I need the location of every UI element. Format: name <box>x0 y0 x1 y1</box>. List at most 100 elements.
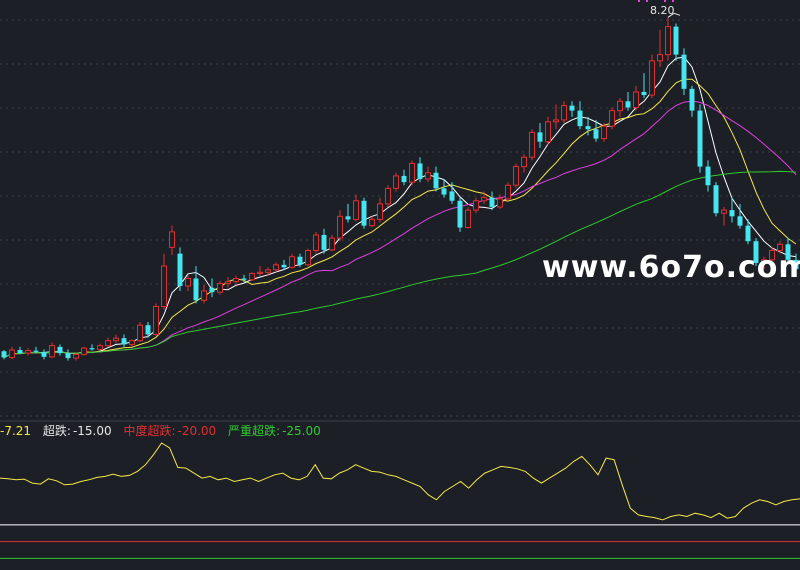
candle-up <box>657 54 663 62</box>
candle-up <box>633 91 639 108</box>
candle-up <box>553 119 559 123</box>
candle-up <box>265 269 271 273</box>
candle-up <box>169 231 175 248</box>
candle-up <box>273 264 279 271</box>
candle-up <box>609 110 615 127</box>
candle-down <box>145 325 151 335</box>
ma10-line <box>3 78 797 358</box>
oversold-label: 超跌: <box>42 424 71 438</box>
candle-up <box>9 349 15 358</box>
candle-down <box>57 346 63 354</box>
candle-up <box>225 281 231 284</box>
candle-down <box>737 216 743 226</box>
candle-down <box>121 338 127 345</box>
candle-up <box>249 273 255 281</box>
candle-up <box>113 337 119 342</box>
candle-down <box>577 110 583 127</box>
candle-up <box>217 282 223 293</box>
candle-down <box>681 54 687 89</box>
stock-chart <box>0 0 800 559</box>
severe-oversold-value: -25.00 <box>282 424 321 438</box>
candle-down <box>281 264 287 268</box>
candle-up <box>137 324 143 342</box>
candle-up <box>473 200 479 211</box>
oscillator-panel <box>0 442 800 559</box>
candle-down <box>537 132 543 142</box>
candle-up <box>521 156 527 168</box>
candle-up <box>497 198 503 208</box>
severe-oversold-label: 严重超跌: <box>228 424 281 438</box>
candle-up <box>393 175 399 189</box>
peak-dot <box>646 0 648 2</box>
candle-up <box>545 121 551 143</box>
candle-down <box>361 200 367 226</box>
candle-up <box>313 234 319 252</box>
candle-up <box>185 278 191 287</box>
candle-up <box>153 305 159 335</box>
candle-down <box>593 129 599 139</box>
candle-down <box>41 351 47 357</box>
candle-up <box>161 265 167 307</box>
candle-down <box>569 105 575 111</box>
candle-up <box>81 347 87 355</box>
peak-price-label: 8.20 <box>650 4 675 17</box>
candle-down <box>17 350 23 354</box>
ma20-line <box>3 100 797 358</box>
candle-up <box>505 184 511 200</box>
candle-down <box>417 163 423 180</box>
candle-down <box>697 110 703 167</box>
moving-average-lines <box>3 56 797 358</box>
candle-down <box>689 88 695 111</box>
candle-down <box>177 253 183 286</box>
candle-up <box>305 250 311 266</box>
candle-down <box>641 91 647 96</box>
candle-up <box>329 237 335 251</box>
candle-up <box>465 209 471 229</box>
candle-down <box>713 185 719 214</box>
candle-down <box>193 278 199 301</box>
oscillator-line <box>0 442 800 521</box>
candle-up <box>513 166 519 186</box>
candle-up <box>601 125 607 140</box>
candle-up <box>665 26 671 56</box>
candle-up <box>617 100 623 112</box>
candle-up <box>73 353 79 359</box>
oversold-value: -15.00 <box>72 424 112 438</box>
candle-down <box>441 188 447 195</box>
peak-dot <box>664 0 666 2</box>
indicator-legend: -7.21 超跌: -15.00 中度超跌: -20.00 严重超跌: -25.00 <box>0 422 323 439</box>
peak-dot <box>672 0 674 2</box>
candle-down <box>401 175 407 183</box>
candle-up <box>353 200 359 220</box>
candle-down <box>65 353 71 359</box>
candle-down <box>745 225 751 242</box>
candle-up <box>409 162 415 183</box>
candle-down <box>345 216 351 220</box>
candle-up <box>369 218 375 227</box>
candle-down <box>705 166 711 186</box>
candle-down <box>433 172 439 189</box>
candle-up <box>49 345 55 358</box>
candle-down <box>729 210 735 217</box>
candle-up <box>385 187 391 205</box>
candle-up <box>649 60 655 96</box>
candle-down <box>321 234 327 250</box>
candle-down <box>625 101 631 108</box>
moderate-oversold-label: 中度超跌: <box>123 424 176 438</box>
candle-up <box>257 271 263 275</box>
candle-up <box>233 278 239 283</box>
candle-up <box>201 290 207 301</box>
candle-up <box>97 345 103 350</box>
candle-up <box>289 256 295 268</box>
candle-down <box>241 278 247 280</box>
watermark: www.6o7o.com <box>542 250 800 285</box>
indicator-current-value: -7.21 <box>0 424 32 438</box>
candle-down <box>1 351 7 358</box>
candle-down <box>673 26 679 55</box>
candle-up <box>721 209 727 214</box>
candle-up <box>105 340 111 347</box>
candle-up <box>425 172 431 180</box>
candle-up <box>337 215 343 239</box>
candle-down <box>33 350 39 352</box>
candle-down <box>89 348 95 350</box>
